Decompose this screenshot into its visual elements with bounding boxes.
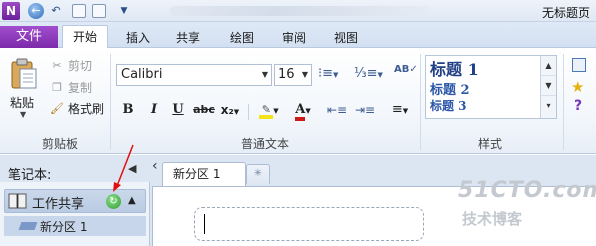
style-heading-3[interactable]: 标题 3	[430, 97, 467, 114]
tab-home[interactable]: 开始	[62, 25, 108, 49]
italic-button[interactable]: I	[144, 100, 164, 120]
note-container[interactable]	[194, 207, 424, 241]
bullets-button[interactable]: ⁝≡▼	[318, 66, 348, 84]
section-tab-active[interactable]: 新分区 1	[162, 162, 246, 186]
copy-button[interactable]: ❐ 复制	[50, 78, 92, 96]
text-cursor	[204, 214, 205, 234]
scroll-up-icon[interactable]: ▲	[541, 56, 556, 76]
subscript-button[interactable]: x₂▼	[218, 100, 242, 120]
paintbrush-icon: 🖌	[50, 101, 64, 115]
indent-icon[interactable]: ⇥≡	[352, 100, 378, 120]
chevron-left-icon[interactable]: ‹	[152, 158, 158, 174]
copy-label: 复制	[68, 80, 93, 95]
cut-button[interactable]: ✂ 剪切	[50, 56, 92, 74]
onenote-logo-icon: N	[2, 2, 20, 20]
window-title: 无标题页	[541, 6, 590, 20]
tab-review[interactable]: 审阅	[274, 28, 314, 48]
section-name: 新分区 1	[40, 220, 88, 234]
group-separator	[563, 54, 564, 150]
back-button[interactable]: ←	[28, 3, 44, 19]
chevron-down-icon[interactable]: ▼	[262, 65, 268, 85]
font-size-value: 16	[278, 67, 295, 82]
group-separator	[110, 54, 111, 150]
styles-gallery-scroller[interactable]: ▲ ▼ ▾	[540, 56, 556, 118]
clipboard-group-label: 剪贴板	[41, 137, 78, 151]
paste-dropdown-chevron-icon[interactable]: ▼	[20, 110, 26, 119]
highlight-button[interactable]: ✎ ▼	[254, 100, 284, 120]
chevron-up-icon[interactable]: ▲	[128, 195, 136, 206]
notebook-name: 工作共享	[32, 197, 85, 212]
styles-group-label: 样式	[477, 137, 502, 151]
font-color-button[interactable]: A▼	[288, 100, 318, 121]
font-name-value: Calibri	[121, 67, 163, 82]
clear-formatting-icon[interactable]: AB✓	[394, 64, 418, 86]
scroll-down-icon[interactable]: ▼	[541, 76, 556, 96]
numbering-button[interactable]: ⅓≡▼	[354, 66, 384, 84]
new-section-tab-icon[interactable]: ✳	[246, 164, 270, 184]
toolbar-divider	[248, 104, 249, 120]
customize-qat-chevron-icon[interactable]: ▼	[116, 3, 132, 19]
style-heading-1[interactable]: 标题 1	[430, 56, 479, 80]
paste-button[interactable]: 粘贴	[10, 94, 34, 111]
cut-label: 剪切	[68, 58, 93, 73]
tab-file[interactable]: 文件	[0, 26, 58, 48]
highlighter-icon: ✎	[259, 104, 274, 119]
gallery-more-icon[interactable]: ▾	[541, 96, 556, 116]
notebooks-label: 笔记本:	[8, 168, 52, 183]
align-button[interactable]: ≡▼	[386, 100, 414, 120]
font-color-icon: A	[295, 103, 306, 121]
notebook-icon	[8, 193, 27, 209]
font-size-combo[interactable]: 16 ▼	[274, 64, 312, 86]
basic-text-group-label: 普通文本	[240, 137, 289, 151]
sync-icon[interactable]: ↻	[106, 194, 121, 209]
font-name-combo[interactable]: Calibri ▼	[116, 64, 272, 86]
tag-checkbox-icon[interactable]	[572, 58, 586, 72]
subscript-label: x₂	[220, 103, 234, 117]
blurred-title-area	[170, 6, 430, 16]
question-icon[interactable]: ?	[574, 98, 582, 114]
copy-icon: ❐	[52, 80, 62, 94]
bold-button[interactable]: B	[118, 100, 138, 120]
format-painter-label: 格式刷	[68, 101, 105, 116]
chevron-down-icon[interactable]: ▼	[302, 65, 308, 85]
style-heading-2[interactable]: 标题 2	[430, 79, 470, 98]
group-separator	[420, 54, 421, 150]
tab-draw[interactable]: 绘图	[222, 28, 262, 48]
watermark-logo: 51CTO.com	[458, 178, 596, 203]
star-icon[interactable]: ★	[571, 78, 584, 96]
tab-insert[interactable]: 插入	[118, 28, 158, 48]
tab-view[interactable]: 视图	[326, 28, 366, 48]
strikethrough-button[interactable]: abc	[190, 100, 218, 120]
outdent-icon[interactable]: ⇤≡	[324, 100, 350, 120]
scissors-icon: ✂	[52, 58, 62, 72]
tab-share[interactable]: 共享	[168, 28, 208, 48]
undo-button[interactable]: ↶	[48, 3, 64, 19]
collapse-pane-icon[interactable]: ◀	[128, 162, 136, 175]
section-icon	[18, 222, 38, 230]
dock-to-desktop-button[interactable]	[72, 4, 86, 18]
watermark-subtitle: 技术博客	[462, 210, 523, 228]
underline-button[interactable]: U	[168, 100, 188, 120]
full-page-view-button[interactable]	[92, 4, 106, 18]
format-painter-button[interactable]: 🖌 格式刷	[50, 99, 104, 117]
paste-icon[interactable]	[10, 58, 38, 90]
